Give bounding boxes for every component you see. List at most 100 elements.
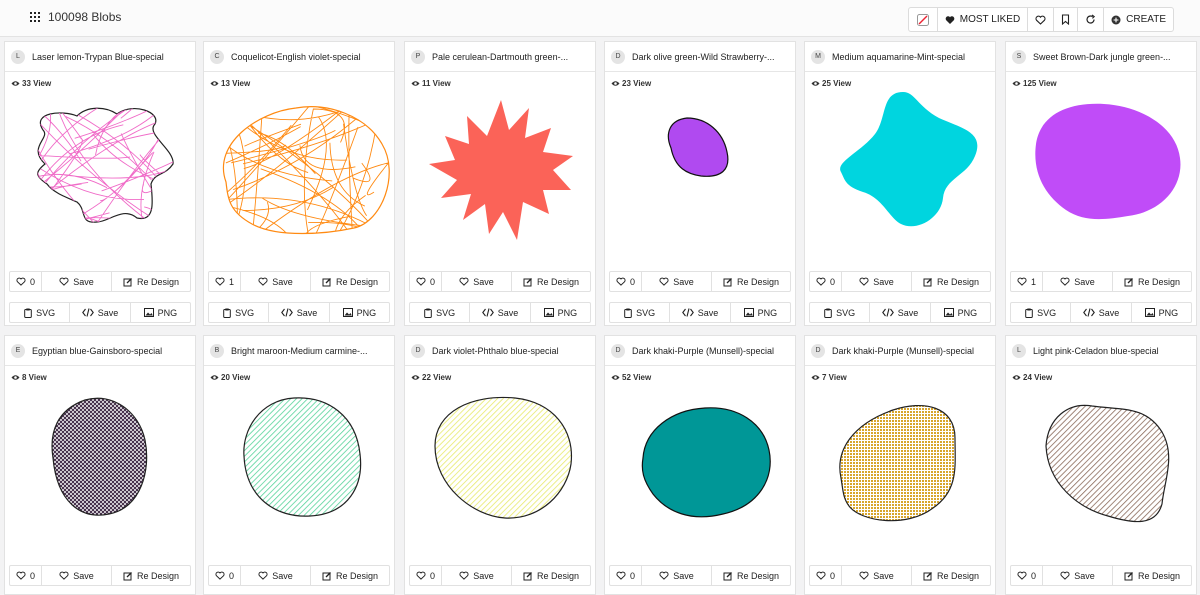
card-preview[interactable]: 25 View: [805, 72, 995, 266]
blob-card[interactable]: D Dark khaki-Purple (Munsell)-special 7 …: [804, 335, 996, 595]
copy-svg-button[interactable]: SVG: [810, 303, 871, 322]
save-code-button[interactable]: Save: [470, 303, 531, 322]
blob-card[interactable]: P Pale cerulean-Dartmouth green-... 11 V…: [404, 41, 596, 326]
save-code-button[interactable]: Save: [269, 303, 330, 322]
card-title[interactable]: Sweet Brown-Dark jungle green-...: [1033, 52, 1171, 62]
save-code-button[interactable]: Save: [1071, 303, 1132, 322]
color-off-button[interactable]: [909, 8, 938, 31]
redesign-button[interactable]: Re Design: [712, 566, 790, 585]
card-title[interactable]: Dark khaki-Purple (Munsell)-special: [832, 346, 974, 356]
copy-svg-button[interactable]: SVG: [610, 303, 671, 322]
download-png-button[interactable]: PNG: [931, 303, 990, 322]
copy-svg-button[interactable]: SVG: [209, 303, 270, 322]
card-preview[interactable]: 23 View: [605, 72, 795, 266]
save-button[interactable]: Save: [842, 566, 912, 585]
download-png-button[interactable]: PNG: [1132, 303, 1191, 322]
card-preview[interactable]: 13 View: [204, 72, 394, 266]
like-button[interactable]: 0: [10, 566, 42, 585]
card-preview[interactable]: 33 View: [5, 72, 195, 266]
save-button[interactable]: Save: [42, 272, 112, 291]
redesign-button[interactable]: Re Design: [512, 566, 590, 585]
favorites-button[interactable]: [1028, 8, 1055, 31]
blob-image[interactable]: [204, 72, 396, 266]
card-title[interactable]: Medium aquamarine-Mint-special: [832, 52, 965, 62]
redesign-button[interactable]: Re Design: [512, 272, 590, 291]
blob-card[interactable]: E Egyptian blue-Gainsboro-special 8 View…: [4, 335, 196, 595]
like-button[interactable]: 1: [209, 272, 241, 291]
card-preview[interactable]: 20 View: [204, 366, 394, 560]
blob-image[interactable]: [5, 366, 197, 560]
copy-svg-button[interactable]: SVG: [10, 303, 71, 322]
like-button[interactable]: 0: [1011, 566, 1043, 585]
like-button[interactable]: 0: [810, 272, 842, 291]
like-button[interactable]: 0: [410, 272, 442, 291]
bookmark-button[interactable]: [1054, 8, 1079, 31]
like-button[interactable]: 0: [610, 566, 642, 585]
blob-image[interactable]: [805, 366, 997, 560]
blob-card[interactable]: L Light pink-Celadon blue-special 24 Vie…: [1005, 335, 1197, 595]
like-button[interactable]: 0: [410, 566, 442, 585]
card-preview[interactable]: 125 View: [1006, 72, 1196, 266]
card-title[interactable]: Egyptian blue-Gainsboro-special: [32, 346, 162, 356]
redesign-button[interactable]: Re Design: [1113, 566, 1191, 585]
download-png-button[interactable]: PNG: [330, 303, 389, 322]
card-title[interactable]: Bright maroon-Medium carmine-...: [231, 346, 368, 356]
blob-image[interactable]: [1006, 72, 1198, 266]
save-code-button[interactable]: Save: [870, 303, 931, 322]
blob-image[interactable]: [5, 72, 197, 266]
blob-image[interactable]: [605, 72, 797, 266]
save-button[interactable]: Save: [442, 566, 512, 585]
most-liked-button[interactable]: MOST LIKED: [938, 8, 1029, 31]
blob-image[interactable]: [805, 72, 997, 266]
card-title[interactable]: Laser lemon-Trypan Blue-special: [32, 52, 164, 62]
save-button[interactable]: Save: [642, 566, 712, 585]
redesign-button[interactable]: Re Design: [112, 566, 190, 585]
like-button[interactable]: 0: [10, 272, 42, 291]
redesign-button[interactable]: Re Design: [912, 272, 990, 291]
save-button[interactable]: Save: [1043, 272, 1113, 291]
card-preview[interactable]: 22 View: [405, 366, 595, 560]
like-button[interactable]: 0: [810, 566, 842, 585]
card-preview[interactable]: 11 View: [405, 72, 595, 266]
blob-image[interactable]: [405, 366, 597, 560]
card-title[interactable]: Pale cerulean-Dartmouth green-...: [432, 52, 568, 62]
blob-card[interactable]: C Coquelicot-English violet-special 13 V…: [203, 41, 395, 326]
blob-image[interactable]: [605, 366, 797, 560]
like-button[interactable]: 0: [209, 566, 241, 585]
blob-card[interactable]: S Sweet Brown-Dark jungle green-... 125 …: [1005, 41, 1197, 326]
like-button[interactable]: 1: [1011, 272, 1043, 291]
blob-card[interactable]: D Dark violet-Phthalo blue-special 22 Vi…: [404, 335, 596, 595]
download-png-button[interactable]: PNG: [731, 303, 790, 322]
blob-card[interactable]: L Laser lemon-Trypan Blue-special 33 Vie…: [4, 41, 196, 326]
redesign-button[interactable]: Re Design: [311, 272, 389, 291]
redesign-button[interactable]: Re Design: [912, 566, 990, 585]
blob-card[interactable]: B Bright maroon-Medium carmine-... 20 Vi…: [203, 335, 395, 595]
like-button[interactable]: 0: [610, 272, 642, 291]
card-title[interactable]: Coquelicot-English violet-special: [231, 52, 361, 62]
blob-card[interactable]: D Dark khaki-Purple (Munsell)-special 52…: [604, 335, 796, 595]
redesign-button[interactable]: Re Design: [712, 272, 790, 291]
copy-svg-button[interactable]: SVG: [410, 303, 471, 322]
save-button[interactable]: Save: [241, 272, 311, 291]
blob-card[interactable]: M Medium aquamarine-Mint-special 25 View…: [804, 41, 996, 326]
blob-image[interactable]: [1006, 366, 1198, 560]
save-button[interactable]: Save: [442, 272, 512, 291]
redesign-button[interactable]: Re Design: [1113, 272, 1191, 291]
save-button[interactable]: Save: [642, 272, 712, 291]
redesign-button[interactable]: Re Design: [112, 272, 190, 291]
refresh-button[interactable]: [1078, 8, 1105, 31]
blob-image[interactable]: [204, 366, 396, 560]
redesign-button[interactable]: Re Design: [311, 566, 389, 585]
save-button[interactable]: Save: [842, 272, 912, 291]
card-title[interactable]: Light pink-Celadon blue-special: [1033, 346, 1159, 356]
card-title[interactable]: Dark olive green-Wild Strawberry-...: [632, 52, 775, 62]
save-button[interactable]: Save: [1043, 566, 1113, 585]
card-preview[interactable]: 7 View: [805, 366, 995, 560]
card-preview[interactable]: 24 View: [1006, 366, 1196, 560]
copy-svg-button[interactable]: SVG: [1011, 303, 1072, 322]
save-button[interactable]: Save: [42, 566, 112, 585]
blob-card[interactable]: D Dark olive green-Wild Strawberry-... 2…: [604, 41, 796, 326]
card-title[interactable]: Dark khaki-Purple (Munsell)-special: [632, 346, 774, 356]
download-png-button[interactable]: PNG: [531, 303, 590, 322]
save-code-button[interactable]: Save: [70, 303, 131, 322]
